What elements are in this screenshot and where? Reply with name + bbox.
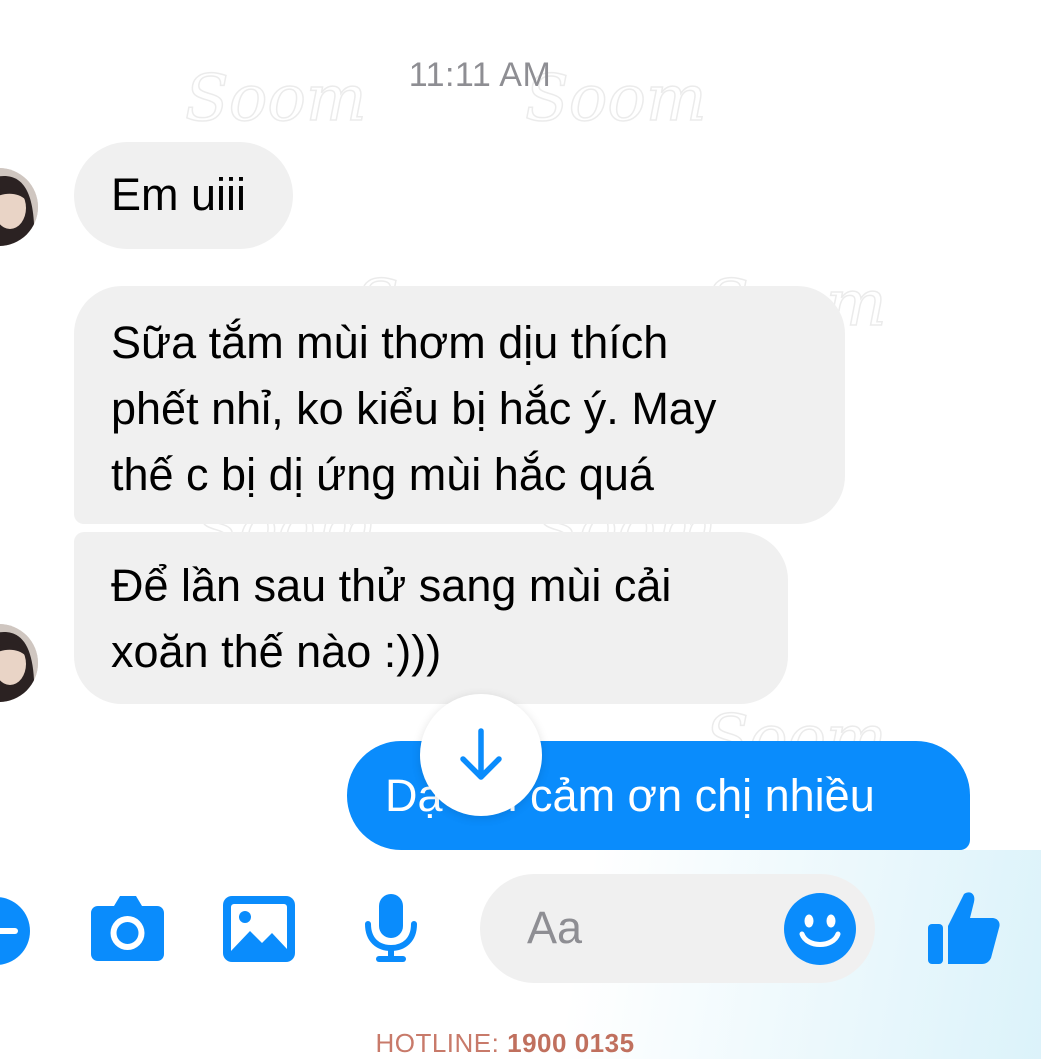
microphone-icon[interactable]: [362, 892, 420, 966]
message-text-line: Sữa tắm mùi thơm dịu thích: [111, 317, 669, 368]
scroll-to-bottom-button[interactable]: [420, 694, 542, 816]
avatar[interactable]: [0, 168, 38, 246]
hotline-number: 1900 0135: [507, 1028, 635, 1058]
avatar[interactable]: [0, 624, 38, 702]
incoming-message[interactable]: Để lần sau thử sang mùi cải xoăn thế nào…: [74, 532, 788, 704]
hotline-footer: HOTLINE: 1900 0135: [0, 1028, 1010, 1059]
incoming-message[interactable]: Sữa tắm mùi thơm dịu thích phết nhỉ, ko …: [74, 286, 845, 524]
hotline-label: HOTLINE:: [375, 1028, 500, 1058]
incoming-message[interactable]: Em uiii: [74, 142, 293, 249]
timestamp: 11:11 AM: [408, 56, 552, 94]
plus-icon[interactable]: [0, 895, 32, 967]
camera-icon[interactable]: [90, 892, 165, 962]
arrow-down-icon: [460, 728, 502, 780]
message-text-line: thế c bị dị ứng mùi hắc quá: [111, 449, 654, 500]
message-text-line: Để lần sau thử sang mùi cải: [111, 560, 672, 611]
emoji-icon[interactable]: [783, 892, 857, 966]
thumbs-up-icon[interactable]: [926, 888, 1002, 966]
image-icon[interactable]: [222, 895, 296, 963]
composer-placeholder: Aa: [527, 902, 583, 953]
message-text-line: xoăn thế nào :))): [111, 626, 442, 677]
message-text-line: phết nhỉ, ko kiểu bị hắc ý. May: [111, 383, 717, 434]
message-text: Em uiii: [111, 169, 247, 220]
